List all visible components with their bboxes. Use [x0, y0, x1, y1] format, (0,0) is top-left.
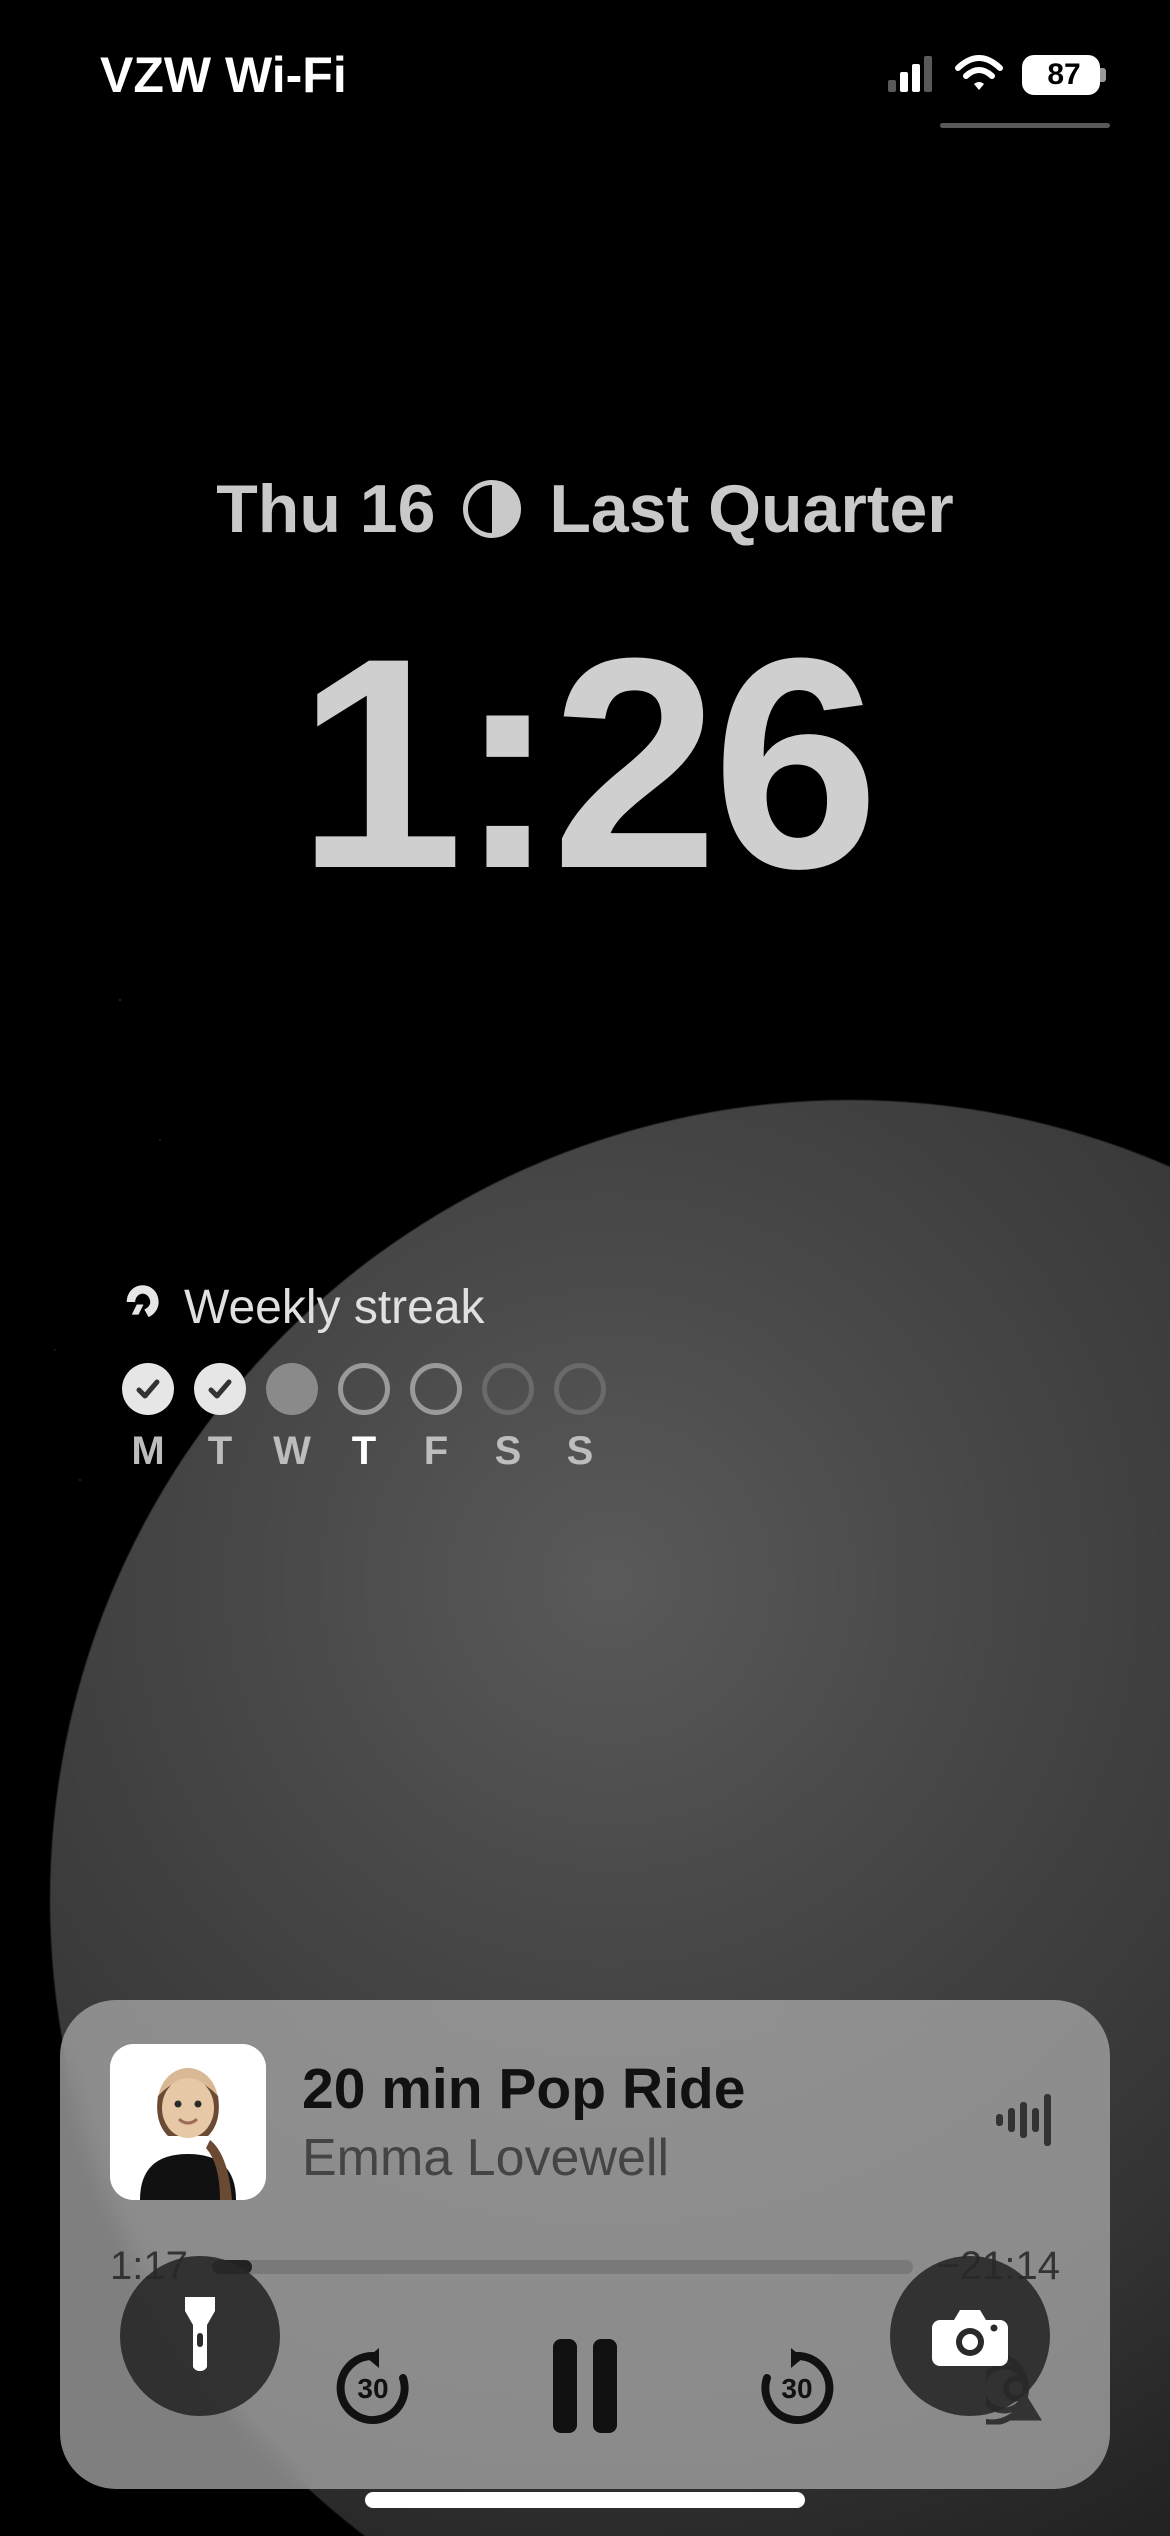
- streak-day: T: [192, 1363, 248, 1474]
- moon-phase-label: Last Quarter: [549, 470, 953, 548]
- streak-day-circle: [194, 1363, 246, 1415]
- date-row[interactable]: Thu 16 Last Quarter: [0, 470, 1170, 548]
- streak-day-label: F: [424, 1429, 448, 1474]
- streak-day-circle: [482, 1363, 534, 1415]
- date-label: Thu 16: [216, 470, 435, 548]
- weekly-streak-widget[interactable]: Weekly streak MTWTFSS: [120, 1280, 608, 1474]
- streak-day-circle: [122, 1363, 174, 1415]
- streak-day-label: S: [495, 1429, 522, 1474]
- streak-day-circle: [338, 1363, 390, 1415]
- streak-day-label: W: [273, 1429, 311, 1474]
- battery-level: 87: [1022, 55, 1100, 95]
- streak-day: W: [264, 1363, 320, 1474]
- peloton-icon: [120, 1280, 162, 1335]
- wifi-icon: [954, 46, 1004, 104]
- streak-day-label: T: [352, 1429, 376, 1474]
- audio-output-icon[interactable]: [996, 2094, 1060, 2151]
- media-subtitle: Emma Lovewell: [302, 2128, 960, 2188]
- streak-day: F: [408, 1363, 464, 1474]
- streak-day: T: [336, 1363, 392, 1474]
- streak-day-circle: [554, 1363, 606, 1415]
- status-right: 87: [888, 46, 1100, 104]
- battery-indicator: 87: [1022, 55, 1100, 95]
- moon-phase-icon: [463, 480, 521, 538]
- home-indicator[interactable]: [365, 2492, 805, 2508]
- media-artwork[interactable]: [110, 2044, 266, 2200]
- clock-time: 1:26: [0, 590, 1170, 936]
- streak-day: S: [480, 1363, 536, 1474]
- flashlight-button[interactable]: [120, 2256, 280, 2416]
- streak-title: Weekly streak: [184, 1280, 485, 1335]
- streak-days: MTWTFSS: [120, 1363, 608, 1474]
- media-header: 20 min Pop Ride Emma Lovewell: [110, 2044, 1060, 2200]
- cellular-icon: [888, 46, 936, 104]
- streak-day-label: S: [567, 1429, 594, 1474]
- media-title: 20 min Pop Ride: [302, 2056, 960, 2122]
- media-titles: 20 min Pop Ride Emma Lovewell: [302, 2056, 960, 2188]
- streak-day-label: M: [131, 1429, 164, 1474]
- carrier-label: VZW Wi-Fi: [100, 46, 347, 104]
- streak-header: Weekly streak: [120, 1280, 608, 1335]
- status-bar: VZW Wi-Fi 87: [0, 0, 1170, 150]
- status-underline: [940, 123, 1110, 128]
- streak-day: M: [120, 1363, 176, 1474]
- lock-screen-controls: [0, 2256, 1170, 2416]
- streak-day-circle: [410, 1363, 462, 1415]
- streak-day-circle: [266, 1363, 318, 1415]
- camera-button[interactable]: [890, 2256, 1050, 2416]
- streak-day-label: T: [208, 1429, 232, 1474]
- streak-day: S: [552, 1363, 608, 1474]
